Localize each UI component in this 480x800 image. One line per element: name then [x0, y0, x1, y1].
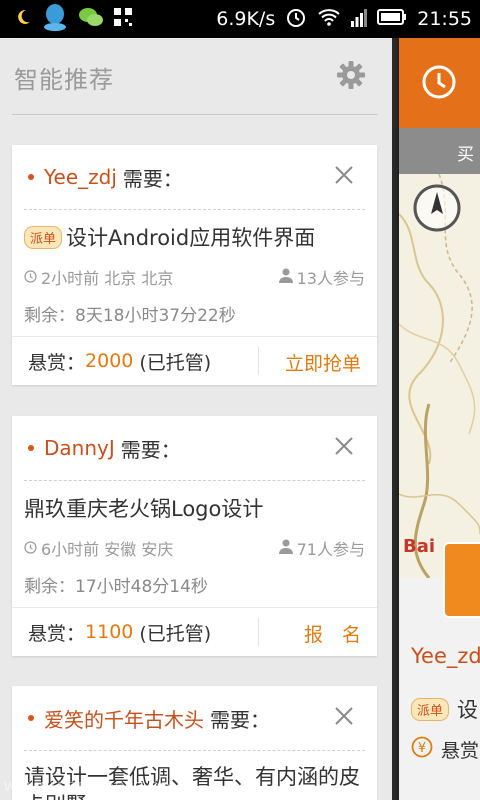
task-card[interactable]: DannyJ 需要： 鼎玖重庆老火锅Logo设计 6小时前 安徽 安庆 71人参… — [12, 416, 377, 656]
dispatch-tag: 派单 — [24, 225, 63, 249]
card-meta: 2小时前 北京 北京 13人参与 — [12, 264, 377, 290]
person-icon — [278, 268, 293, 287]
card-header: Yee_zdj 需要： — [12, 145, 377, 209]
map-view[interactable]: Bai — [399, 174, 480, 578]
grab-order-button[interactable]: 立即抢单 — [285, 349, 361, 376]
coin-icon: ¥ — [411, 736, 433, 758]
svg-text:¥: ¥ — [418, 741, 426, 756]
main-task-title: 设 — [457, 698, 478, 722]
card-time-location: 6小时前 安徽 安庆 — [41, 540, 174, 559]
wifi-icon — [317, 7, 341, 32]
card-needs-label: 需要： — [210, 707, 270, 732]
reward-label: 悬赏： — [28, 622, 86, 645]
alarm-icon — [285, 6, 307, 33]
card-header: 爱笑的千年古木头 需要： — [12, 686, 377, 750]
main-username: Yee_zd — [411, 644, 480, 668]
card-needs-label: 需要： — [122, 166, 183, 191]
status-bar: 6.9K/s 21:55 — [0, 0, 480, 38]
wechat-icon — [78, 6, 104, 32]
bullet-dot — [28, 174, 34, 180]
card-title-row: 鼎玖重庆老火锅Logo设计 — [12, 481, 377, 535]
signup-button[interactable]: 报 名 — [304, 620, 361, 647]
watermark: WWW.ANDROIDGAZ.COM — [4, 779, 183, 794]
clock-time: 21:55 — [417, 8, 472, 30]
battery-icon — [377, 8, 407, 31]
locate-tab[interactable] — [443, 542, 480, 618]
map-logo: Bai — [403, 536, 436, 557]
footer-divider — [258, 347, 259, 375]
signal-icon — [351, 7, 368, 32]
qq-icon — [42, 3, 68, 35]
history-clock-icon[interactable] — [421, 64, 457, 100]
person-icon — [278, 539, 293, 558]
card-username[interactable]: 爱笑的千年古木头 — [44, 704, 204, 733]
card-remaining-time: 剩余：8天18小时37分22秒 — [24, 305, 236, 326]
card-participants: 13人参与 — [296, 269, 365, 288]
card-remaining-time: 剩余：17小时48分14秒 — [24, 576, 208, 597]
reward-label: 悬赏： — [28, 351, 86, 374]
drawer-title: 智能推荐 — [14, 65, 114, 94]
card-header: DannyJ 需要： — [12, 416, 377, 480]
reward-escrow-note: (已托管) — [139, 351, 212, 374]
header-divider — [12, 114, 378, 115]
category-strip[interactable]: 买 — [399, 128, 480, 174]
reward-amount: 1100 — [85, 621, 134, 643]
card-username[interactable]: Yee_zdj — [44, 165, 117, 189]
close-icon[interactable] — [333, 435, 355, 457]
card-needs-label: 需要： — [120, 437, 181, 462]
close-icon[interactable] — [333, 164, 355, 186]
bullet-dot — [28, 445, 34, 451]
time-icon — [24, 268, 37, 287]
card-title: 鼎玖重庆老火锅Logo设计 — [24, 497, 264, 521]
card-footer: 悬赏： 1100 (已托管) 报 名 — [12, 607, 377, 656]
bullet-dot — [28, 715, 34, 721]
recommend-drawer: 智能推荐 Yee_zdj 需要： 派单 设计Android应用软件界面 2小时前… — [0, 38, 392, 800]
reward-escrow-note: (已托管) — [139, 622, 212, 645]
card-footer: 悬赏： 2000 (已托管) 立即抢单 — [12, 336, 377, 385]
card-participants: 71人参与 — [296, 540, 365, 559]
footer-divider — [258, 618, 259, 646]
main-header — [399, 38, 480, 128]
qr-scan-icon — [114, 8, 132, 30]
card-meta: 6小时前 安徽 安庆 71人参与 — [12, 535, 377, 561]
main-reward-label: 悬赏 — [441, 740, 480, 762]
close-icon[interactable] — [333, 705, 355, 727]
gear-icon[interactable] — [336, 60, 366, 90]
time-icon — [24, 539, 37, 558]
card-username[interactable]: DannyJ — [44, 436, 115, 460]
task-card[interactable]: Yee_zdj 需要： 派单 设计Android应用软件界面 2小时前 北京 北… — [12, 145, 377, 385]
main-panel: 买 Bai Yee_zd 派单 设 ¥ 悬赏 — [399, 38, 480, 800]
moon-icon — [14, 8, 32, 30]
category-strip-label: 买 — [457, 145, 474, 165]
card-title-row: 派单 设计Android应用软件界面 — [12, 210, 377, 264]
card-title: 设计Android应用软件界面 — [66, 226, 316, 250]
compass-icon[interactable] — [413, 184, 461, 232]
reward-amount: 2000 — [85, 350, 134, 372]
network-speed: 6.9K/s — [216, 8, 276, 30]
card-time-location: 2小时前 北京 北京 — [41, 269, 174, 288]
main-dispatch-tag: 派单 — [411, 698, 450, 721]
drawer-header: 智能推荐 — [0, 38, 392, 116]
